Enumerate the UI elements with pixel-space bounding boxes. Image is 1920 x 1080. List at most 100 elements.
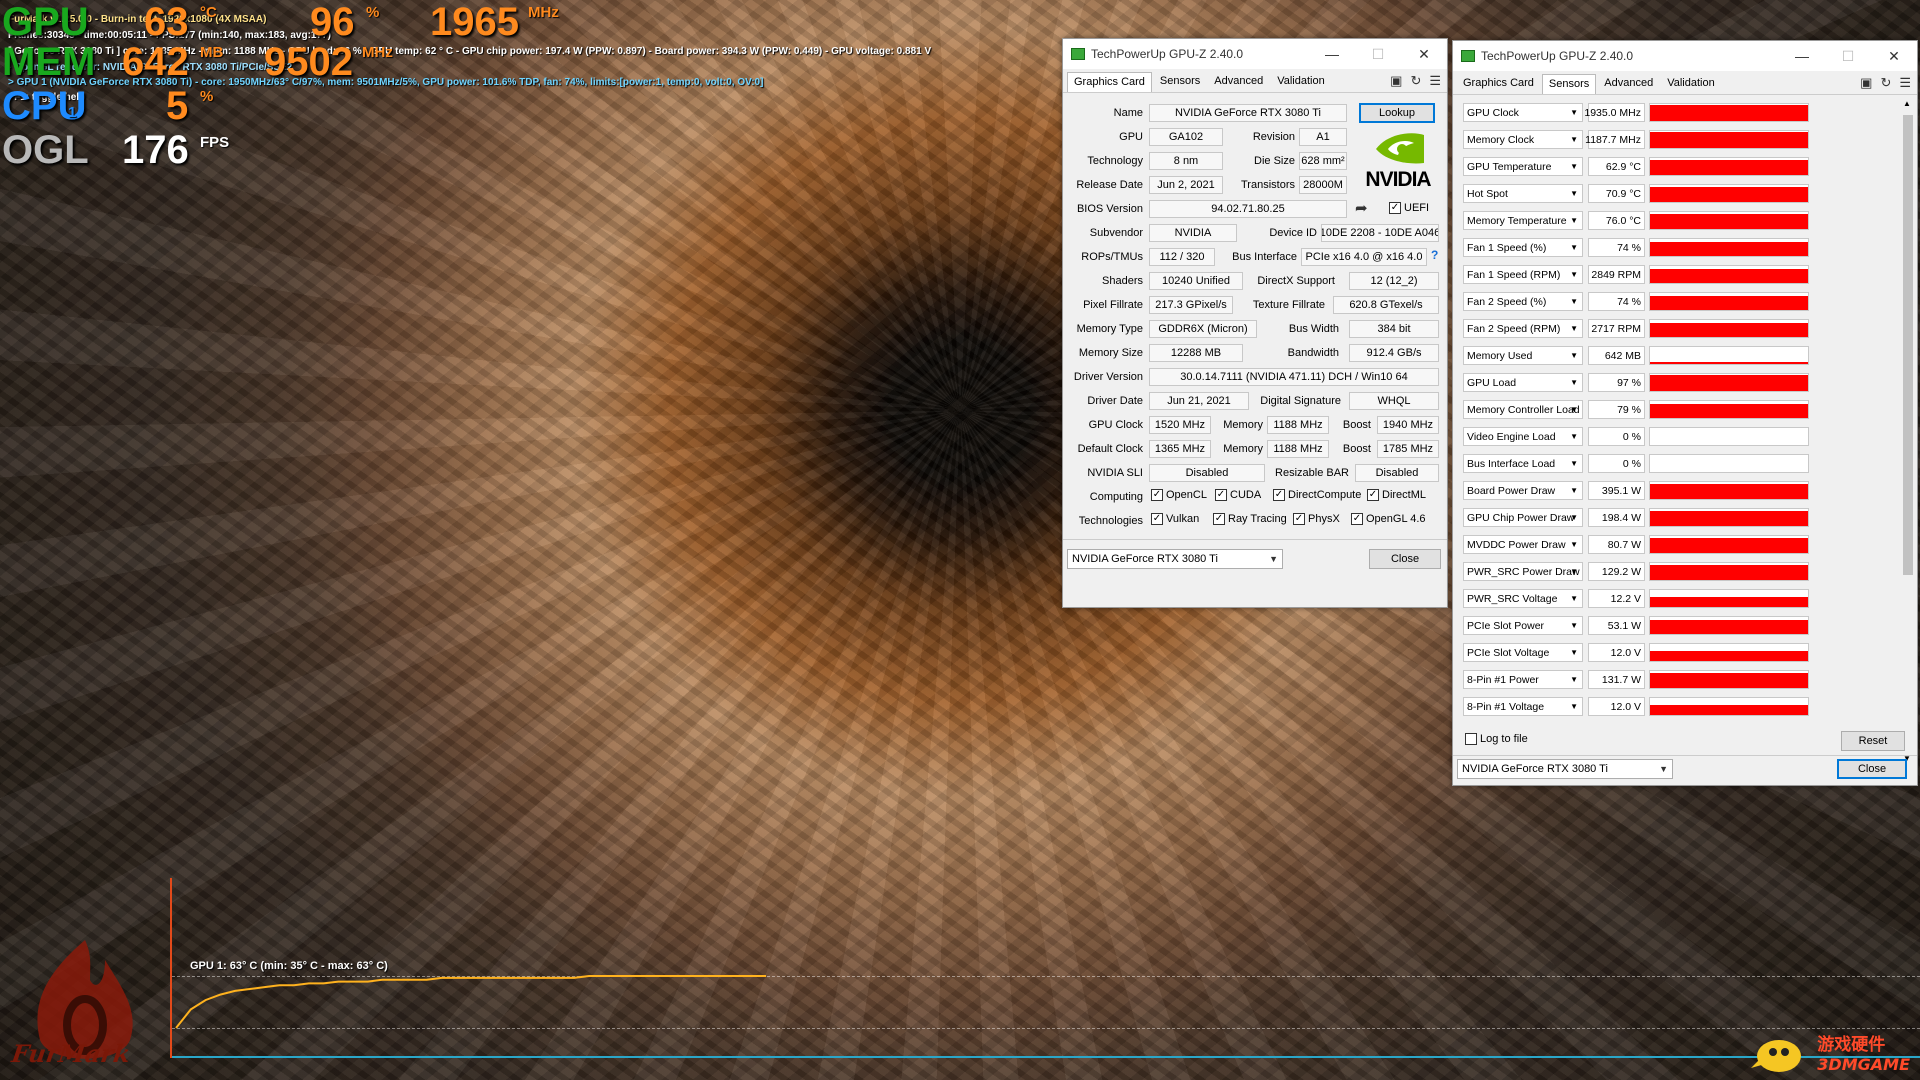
- revision-label: Revision: [1252, 131, 1295, 143]
- bus-width-label: Bus Width: [1288, 323, 1339, 335]
- minimize-icon[interactable]: —: [1309, 39, 1355, 69]
- memory-clock-label: Memory: [1223, 419, 1263, 431]
- sensor-name-dropdown[interactable]: 8-Pin #1 Power ▼: [1463, 670, 1583, 689]
- scroll-up-icon[interactable]: ▲: [1903, 99, 1911, 108]
- ray-tracing-checkbox[interactable]: ✓ Ray Tracing: [1213, 513, 1287, 525]
- opencl-checkbox[interactable]: ✓ OpenCL: [1151, 489, 1207, 501]
- sensor-name-dropdown[interactable]: GPU Load ▼: [1463, 373, 1583, 392]
- gpuz-window-graphics-card[interactable]: TechPowerUp GPU-Z 2.40.0 — ☐ ✕ Graphics …: [1062, 38, 1448, 608]
- watermark: 游戏硬件 3DMGAME: [1749, 1030, 1910, 1074]
- camera-icon[interactable]: ▣: [1390, 73, 1402, 89]
- sensor-name-dropdown[interactable]: Bus Interface Load ▼: [1463, 454, 1583, 473]
- sensor-name-dropdown[interactable]: Memory Temperature ▼: [1463, 211, 1583, 230]
- close-icon[interactable]: ✕: [1401, 39, 1447, 69]
- tab-sensors[interactable]: Sensors: [1154, 72, 1206, 92]
- tab-sensors[interactable]: Sensors: [1541, 74, 1597, 94]
- refresh-icon[interactable]: ↻: [1410, 73, 1421, 89]
- sensor-name-dropdown[interactable]: MVDDC Power Draw ▼: [1463, 535, 1583, 554]
- texture-fillrate-label: Texture Fillrate: [1252, 299, 1325, 311]
- gpu-select[interactable]: NVIDIA GeForce RTX 3080 Ti ▼: [1457, 759, 1673, 779]
- directcompute-checkbox[interactable]: ✓ DirectCompute: [1273, 489, 1361, 501]
- camera-icon[interactable]: ▣: [1860, 75, 1872, 91]
- sensor-value: 1187.7 MHz: [1585, 130, 1645, 149]
- temperature-graph: GPU 1: 63° C (min: 35° C - max: 63° C): [170, 878, 1920, 1058]
- menu-icon[interactable]: ☰: [1429, 73, 1441, 89]
- sensor-name-dropdown[interactable]: Board Power Draw ▼: [1463, 481, 1583, 500]
- tab-validation[interactable]: Validation: [1661, 74, 1721, 94]
- tab-validation[interactable]: Validation: [1271, 72, 1331, 92]
- scrollbar-thumb[interactable]: [1903, 115, 1913, 575]
- maximize-icon[interactable]: ☐: [1825, 41, 1871, 71]
- sensor-graph: [1649, 670, 1809, 689]
- gpuz1-titlebar[interactable]: TechPowerUp GPU-Z 2.40.0 — ☐ ✕: [1063, 39, 1447, 69]
- gpuz-window-sensors[interactable]: TechPowerUp GPU-Z 2.40.0 — ☐ ✕ Graphics …: [1452, 40, 1918, 786]
- sensor-name-dropdown[interactable]: Memory Clock ▼: [1463, 130, 1583, 149]
- furmark-logo-text: FurMark: [9, 1039, 133, 1068]
- directml-checkbox[interactable]: ✓ DirectML: [1367, 489, 1426, 501]
- die-size-label: Die Size: [1254, 155, 1295, 167]
- resizable-bar-field: Disabled: [1355, 464, 1439, 482]
- maximize-icon[interactable]: ☐: [1355, 39, 1401, 69]
- sensor-name-dropdown[interactable]: Fan 1 Speed (%) ▼: [1463, 238, 1583, 257]
- sensor-name-dropdown[interactable]: 8-Pin #1 Voltage ▼: [1463, 697, 1583, 716]
- sensor-name-dropdown[interactable]: Memory Used ▼: [1463, 346, 1583, 365]
- name-label: Name: [1113, 107, 1143, 119]
- close-button[interactable]: Close: [1369, 549, 1441, 569]
- opengl-checkbox[interactable]: ✓ OpenGL 4.6: [1351, 513, 1426, 525]
- refresh-icon[interactable]: ↻: [1880, 75, 1891, 91]
- hud-mem-clock-unit: MHz: [362, 44, 393, 61]
- chevron-down-icon: ▼: [1570, 675, 1578, 684]
- sensor-name: GPU Clock: [1467, 106, 1519, 119]
- sensor-graph: [1649, 130, 1809, 149]
- bus-help-icon[interactable]: ?: [1431, 248, 1438, 262]
- gpuz2-titlebar[interactable]: TechPowerUp GPU-Z 2.40.0 — ☐ ✕: [1453, 41, 1917, 71]
- sensor-value: 53.1 W: [1588, 616, 1645, 635]
- sensor-name-dropdown[interactable]: Memory Controller Load ▼: [1463, 400, 1583, 419]
- sensor-name-dropdown[interactable]: Fan 2 Speed (RPM) ▼: [1463, 319, 1583, 338]
- cuda-checkbox[interactable]: ✓ CUDA: [1215, 489, 1261, 501]
- physx-checkbox[interactable]: ✓ PhysX: [1293, 513, 1340, 525]
- sensor-name-dropdown[interactable]: GPU Clock ▼: [1463, 103, 1583, 122]
- sensor-name: Fan 2 Speed (RPM): [1467, 322, 1561, 335]
- sensor-name: PWR_SRC Voltage: [1467, 592, 1558, 605]
- sensor-scrollbar[interactable]: ▲ ▼: [1901, 99, 1915, 763]
- sensor-row: 8-Pin #1 Voltage ▼ 12.0 V: [1463, 697, 1889, 716]
- sensor-name-dropdown[interactable]: PWR_SRC Voltage ▼: [1463, 589, 1583, 608]
- sensor-name-dropdown[interactable]: GPU Chip Power Draw ▼: [1463, 508, 1583, 527]
- sensor-value: 1935.0 MHz: [1584, 103, 1645, 122]
- sensor-name-dropdown[interactable]: PCIe Slot Power ▼: [1463, 616, 1583, 635]
- revision-field: A1: [1299, 128, 1347, 146]
- sensor-name-dropdown[interactable]: GPU Temperature ▼: [1463, 157, 1583, 176]
- share-icon[interactable]: ➦: [1355, 199, 1368, 217]
- tab-graphics-card[interactable]: Graphics Card: [1457, 74, 1540, 94]
- chevron-down-icon: ▼: [1570, 621, 1578, 630]
- uefi-checkbox[interactable]: ✓ UEFI: [1389, 202, 1429, 214]
- tab-graphics-card[interactable]: Graphics Card: [1067, 72, 1152, 92]
- sensor-name-dropdown[interactable]: Hot Spot ▼: [1463, 184, 1583, 203]
- sensor-row: MVDDC Power Draw ▼ 80.7 W: [1463, 535, 1889, 554]
- cuda-label: CUDA: [1230, 489, 1262, 501]
- vulkan-checkbox[interactable]: ✓ Vulkan: [1151, 513, 1199, 525]
- sensor-name-dropdown[interactable]: PCIe Slot Voltage ▼: [1463, 643, 1583, 662]
- sensor-name-dropdown[interactable]: PWR_SRC Power Draw ▼: [1463, 562, 1583, 581]
- gpu-select[interactable]: NVIDIA GeForce RTX 3080 Ti ▼: [1067, 549, 1283, 569]
- sensor-name-dropdown[interactable]: Fan 2 Speed (%) ▼: [1463, 292, 1583, 311]
- lookup-button[interactable]: Lookup: [1359, 103, 1435, 123]
- tab-advanced[interactable]: Advanced: [1208, 72, 1269, 92]
- chevron-down-icon: ▼: [1570, 648, 1578, 657]
- tab-advanced[interactable]: Advanced: [1598, 74, 1659, 94]
- close-icon[interactable]: ✕: [1871, 41, 1917, 71]
- hud-mem-label: MEM: [2, 40, 96, 84]
- log-to-file-checkbox[interactable]: Log to file: [1465, 733, 1528, 745]
- bus-width-field: 384 bit: [1349, 320, 1439, 338]
- sensor-name-dropdown[interactable]: Video Engine Load ▼: [1463, 427, 1583, 446]
- sensor-name: Memory Temperature: [1467, 214, 1567, 227]
- sensor-name: Hot Spot: [1467, 187, 1508, 200]
- close-button[interactable]: Close: [1837, 759, 1907, 779]
- sensor-name-dropdown[interactable]: Fan 1 Speed (RPM) ▼: [1463, 265, 1583, 284]
- hud-cpu-load: 5: [166, 84, 189, 128]
- menu-icon[interactable]: ☰: [1899, 75, 1911, 91]
- minimize-icon[interactable]: —: [1779, 41, 1825, 71]
- reset-button[interactable]: Reset: [1841, 731, 1905, 751]
- memory-type-field: GDDR6X (Micron): [1149, 320, 1257, 338]
